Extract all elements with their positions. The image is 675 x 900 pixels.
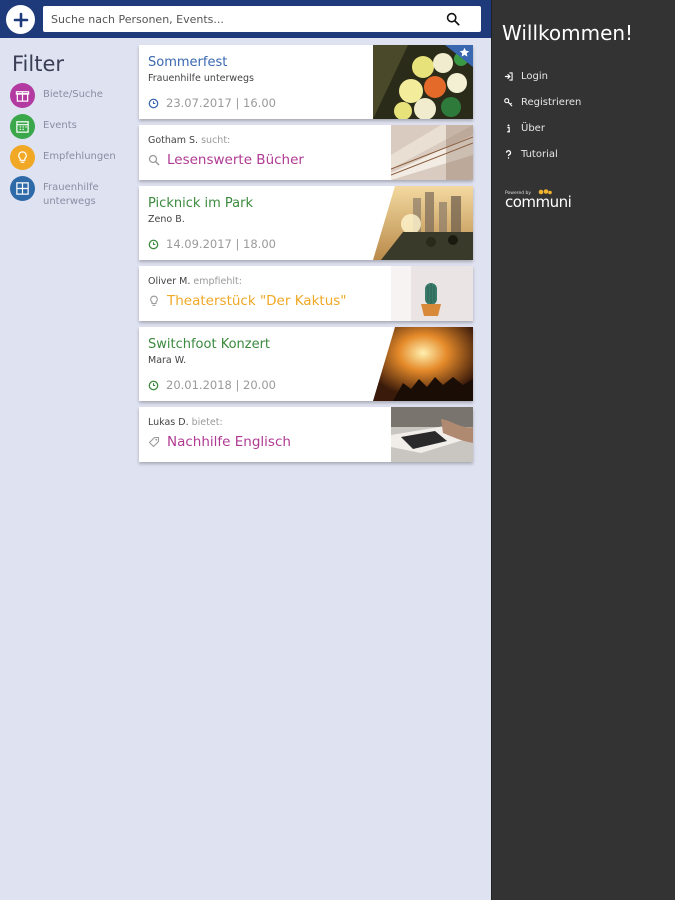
menu-item-label: Login <box>521 70 548 82</box>
event-date: 20.01.2018 | 20.00 <box>166 378 276 392</box>
event-date: 23.07.2017 | 16.00 <box>166 96 276 110</box>
filter-item-events[interactable]: Events <box>10 114 135 145</box>
post-card[interactable]: Oliver M. empfiehlt: Theaterstück "Der K… <box>139 266 473 321</box>
tutoring-image <box>391 407 473 462</box>
post-author: Lukas D. <box>148 417 189 428</box>
event-date-row: 23.07.2017 | 16.00 <box>148 96 383 110</box>
event-card[interactable]: Sommerfest Frauenhilfe unterwegs 23.07.2… <box>139 45 473 119</box>
feed-list: Sommerfest Frauenhilfe unterwegs 23.07.2… <box>139 45 473 468</box>
post-verb: empfiehlt: <box>193 276 242 287</box>
filter-item-label: Biete/Suche <box>43 89 103 100</box>
menu-item-ueber[interactable]: Über <box>504 115 675 141</box>
post-card[interactable]: Gotham S. sucht: Lesenswerte Bücher <box>139 125 473 180</box>
food-skewers-image <box>373 45 473 119</box>
menu-item-login[interactable]: Login <box>504 63 675 89</box>
search-bar <box>43 6 481 32</box>
cactus-image <box>391 266 473 321</box>
search-icon[interactable] <box>443 9 463 29</box>
filter-panel: Filter Biete/Suche Events Empfehlungen F… <box>10 52 135 216</box>
lightbulb-icon <box>150 295 158 306</box>
login-icon <box>504 71 513 81</box>
lightbulb-icon <box>10 145 35 170</box>
post-verb: sucht: <box>201 135 231 146</box>
logo-people-icon <box>538 189 552 195</box>
communi-logo: Powered by communi <box>505 189 675 215</box>
event-organizer: Zeno B. <box>148 214 185 225</box>
park-city-image <box>373 186 473 260</box>
event-card[interactable]: Switchfoot Konzert Mara W. 20.01.2018 | … <box>139 327 473 401</box>
concert-image <box>373 327 473 401</box>
plus-icon <box>13 12 28 27</box>
top-bar <box>0 0 491 38</box>
event-title: Picknick im Park <box>148 196 254 211</box>
post-item: Lesenswerte Bücher <box>167 152 304 168</box>
gift-icon <box>10 83 35 108</box>
menu-item-label: Über <box>521 122 545 134</box>
post-item-row: Theaterstück "Der Kaktus" <box>148 293 383 309</box>
event-date-row: 14.09.2017 | 18.00 <box>148 237 383 251</box>
event-title: Sommerfest <box>148 55 228 70</box>
event-organizer: Mara W. <box>148 355 187 366</box>
calendar-icon <box>10 114 35 139</box>
filter-item-biete-suche[interactable]: Biete/Suche <box>10 83 135 114</box>
post-item: Nachhilfe Englisch <box>167 434 291 450</box>
group-icon <box>10 176 35 201</box>
post-author-line: Oliver M. empfiehlt: <box>148 276 383 287</box>
filter-item-frauenhilfe-unterwegs[interactable]: Frauenhilfe unterwegs <box>10 176 135 216</box>
star-icon <box>459 47 470 57</box>
event-date: 14.09.2017 | 18.00 <box>166 237 276 251</box>
filter-item-label: Empfehlungen <box>43 151 116 162</box>
info-icon <box>507 123 510 132</box>
side-menu: Login Registrieren Über Tutorial <box>492 63 675 167</box>
post-item: Theaterstück "Der Kaktus" <box>167 293 347 309</box>
post-author: Gotham S. <box>148 135 199 146</box>
post-author-line: Lukas D. bietet: <box>148 417 383 428</box>
clock-icon <box>148 98 159 108</box>
event-card[interactable]: Picknick im Park Zeno B. 14.09.2017 | 18… <box>139 186 473 260</box>
post-item-row: Nachhilfe Englisch <box>148 434 383 450</box>
welcome-title: Willkommen! <box>502 21 634 45</box>
event-title: Switchfoot Konzert <box>148 337 271 352</box>
post-author: Oliver M. <box>148 276 191 287</box>
menu-item-label: Registrieren <box>521 96 582 108</box>
question-icon <box>505 149 512 159</box>
post-card[interactable]: Lukas D. bietet: Nachhilfe Englisch <box>139 407 473 462</box>
add-button[interactable] <box>6 5 35 34</box>
post-verb: bietet: <box>191 417 223 428</box>
search-input[interactable] <box>43 6 443 32</box>
search-icon <box>148 154 160 166</box>
key-icon <box>504 97 513 106</box>
menu-item-registrieren[interactable]: Registrieren <box>504 89 675 115</box>
post-item-row: Lesenswerte Bücher <box>148 152 383 168</box>
side-panel: Willkommen! Login Registrieren Über Tuto… <box>491 0 675 900</box>
filter-title: Filter <box>12 52 65 76</box>
menu-item-tutorial[interactable]: Tutorial <box>504 141 675 167</box>
clock-icon <box>148 239 159 249</box>
filter-item-label: Events <box>43 120 77 131</box>
filter-item-label: Frauenhilfe unterwegs <box>43 182 99 207</box>
clock-icon <box>148 380 159 390</box>
event-date-row: 20.01.2018 | 20.00 <box>148 378 383 392</box>
filter-item-empfehlungen[interactable]: Empfehlungen <box>10 145 135 176</box>
books-image <box>390 125 473 180</box>
tag-icon <box>148 436 160 448</box>
post-author-line: Gotham S. sucht: <box>148 135 383 146</box>
menu-item-label: Tutorial <box>521 148 558 160</box>
event-organizer: Frauenhilfe unterwegs <box>148 73 255 84</box>
